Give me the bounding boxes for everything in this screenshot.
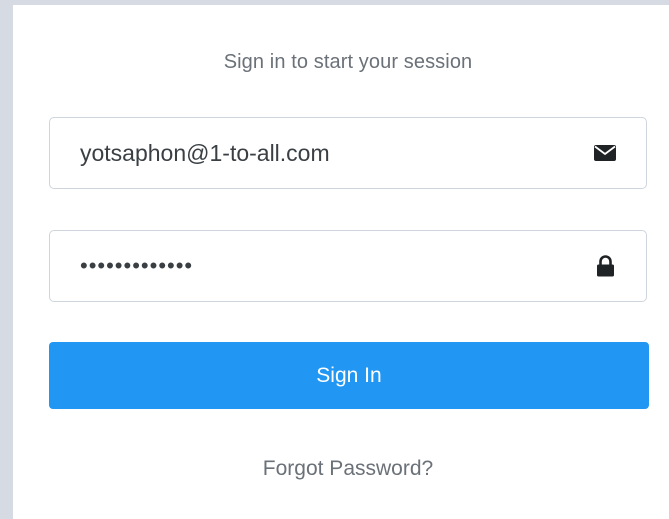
login-subtitle: Sign in to start your session [223, 51, 473, 73]
login-page: Sign in to start your session Sign In Fo… [0, 0, 669, 519]
password-field-group [49, 230, 647, 302]
email-input[interactable] [50, 118, 570, 188]
sign-in-button[interactable]: Sign In [49, 342, 649, 409]
email-field-group [49, 117, 647, 189]
login-card: Sign in to start your session Sign In Fo… [13, 5, 669, 519]
forgot-password-link[interactable]: Forgot Password? [13, 457, 669, 481]
envelope-icon [592, 118, 618, 188]
password-input[interactable] [50, 231, 570, 301]
lock-icon [592, 231, 618, 301]
